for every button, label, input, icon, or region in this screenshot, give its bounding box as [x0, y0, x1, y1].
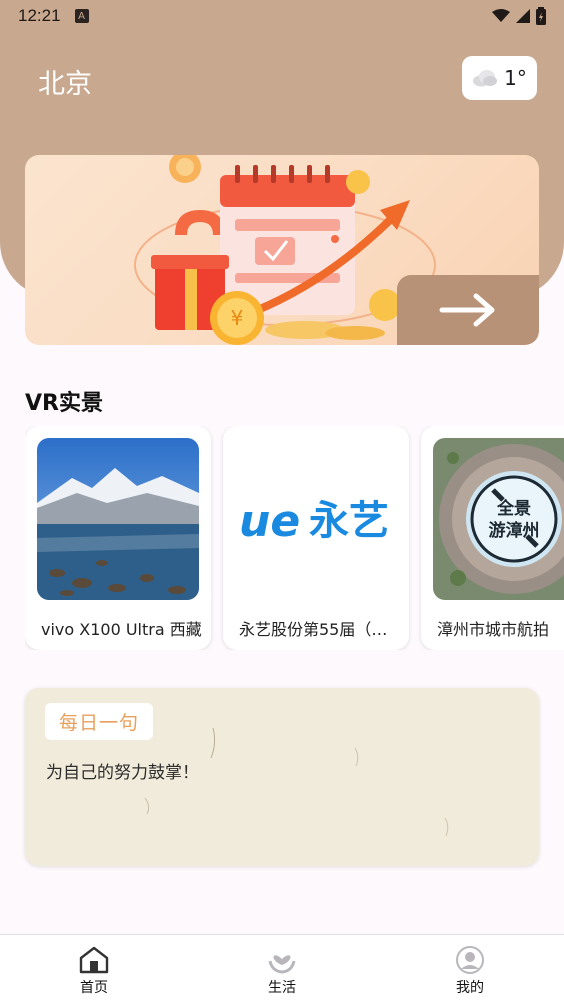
svg-text:永艺: 永艺 — [309, 498, 389, 544]
nav-home[interactable]: 首页 — [0, 935, 188, 1004]
mountain-lake-photo — [37, 438, 199, 600]
weather-chip[interactable]: 1° — [462, 56, 537, 100]
daily-quote-card[interactable]: 每日一句 为自己的努力鼓掌！ — [25, 688, 539, 866]
vr-card-caption: vivo X100 Ultra 西藏 — [41, 620, 202, 639]
svg-text:游漳州: 游漳州 — [489, 520, 540, 541]
vr-card[interactable]: vivo X100 Ultra 西藏 — [25, 426, 211, 650]
nav-profile-label: 我的 — [456, 980, 484, 996]
svg-text:全景: 全景 — [496, 498, 531, 519]
vr-card-caption: 漳州市城市航拍 — [437, 620, 550, 639]
home-icon — [79, 946, 109, 974]
aerial-panorama: 全景 游漳州 — [433, 438, 564, 600]
svg-text:¥: ¥ — [231, 306, 244, 330]
heart-hand-icon — [268, 955, 296, 974]
battery-icon — [536, 7, 546, 25]
vr-carousel[interactable]: vivo X100 Ultra 西藏 ue 永艺 永艺股份第55届（… 全景 游… — [25, 426, 564, 650]
nav-profile[interactable]: 我的 — [376, 935, 564, 1004]
nav-life-label: 生活 — [268, 980, 296, 996]
profile-icon — [456, 946, 484, 974]
nav-home-label: 首页 — [80, 980, 108, 996]
status-bar: 12:21 A — [0, 0, 564, 32]
signal-icon — [516, 9, 530, 23]
status-time: 12:21 — [18, 6, 61, 25]
banner-next-button[interactable] — [397, 275, 539, 345]
arrow-right-icon — [439, 293, 495, 327]
bottom-navigation: 首页 生活 我的 — [0, 934, 564, 1004]
notification-a-icon: A — [74, 9, 89, 23]
wifi-icon — [492, 9, 510, 22]
vr-card[interactable]: 全景 游漳州 漳州市城市航拍 — [421, 426, 564, 650]
vr-card[interactable]: ue 永艺 永艺股份第55届（… — [223, 426, 409, 650]
cloud-icon — [473, 70, 498, 87]
vr-section-title: VR实景 — [25, 391, 103, 416]
daily-quote-tag: 每日一句 — [45, 703, 153, 740]
nav-life[interactable]: 生活 — [188, 935, 376, 1004]
promo-banner[interactable]: ¥ — [25, 155, 539, 345]
vr-card-caption: 永艺股份第55届（… — [239, 620, 388, 639]
svg-text:ue: ue — [239, 496, 300, 547]
ue-yongyi-logo: ue 永艺 — [235, 438, 397, 600]
city-name[interactable]: 北京 — [38, 62, 92, 101]
daily-quote-text: 为自己的努力鼓掌！ — [46, 763, 199, 783]
temperature: 1° — [504, 66, 527, 90]
